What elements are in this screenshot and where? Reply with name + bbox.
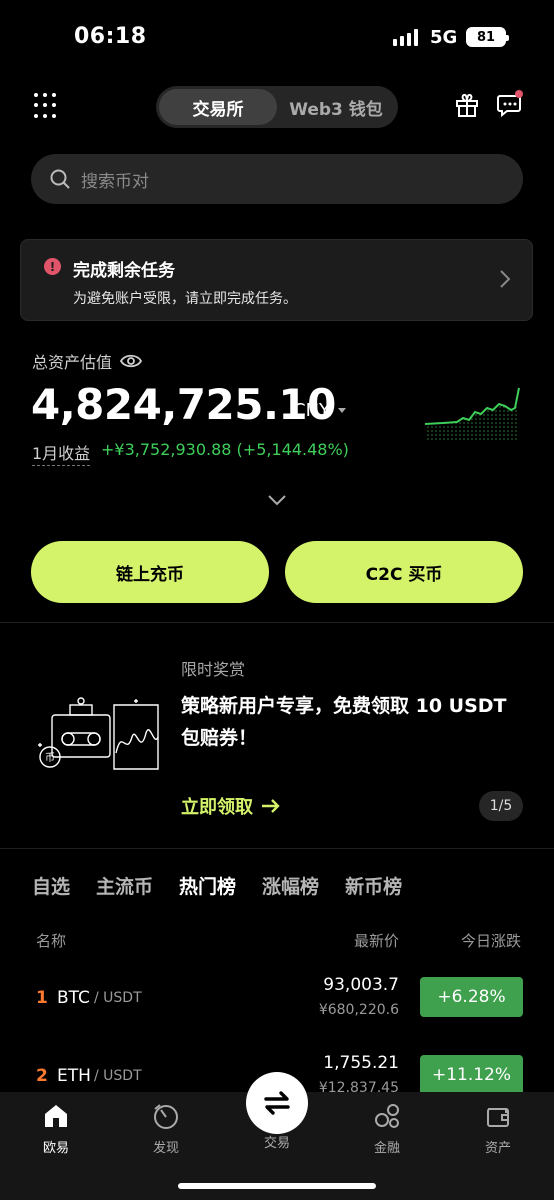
row-rank: 1 — [36, 988, 48, 1008]
segment-web3-wallet[interactable]: Web3 钱包 — [277, 89, 395, 125]
c2c-buy-button[interactable]: C2C 买币 — [285, 541, 523, 603]
home-indicator — [178, 1183, 376, 1189]
cellular-signal-icon — [393, 28, 418, 46]
nav-label: 资产 — [484, 1141, 511, 1156]
menu-grid-icon[interactable] — [34, 93, 60, 119]
column-header-name[interactable]: 名称 — [36, 930, 66, 951]
status-time: 06:18 — [74, 24, 147, 49]
divider — [0, 622, 554, 623]
home-icon — [45, 1105, 67, 1127]
table-row[interactable]: 1 BTC / USDT 93,003.7 ¥680,220.6 +6.28% — [0, 968, 554, 1028]
pnl-value: +¥3,752,930.88 (+5,144.48%) — [101, 440, 349, 459]
svg-text:币: 币 — [45, 752, 55, 764]
nav-label: 金融 — [373, 1141, 400, 1156]
search-icon — [50, 169, 70, 189]
nav-discover[interactable]: 发现 — [131, 1102, 201, 1156]
onchain-deposit-button[interactable]: 链上充币 — [31, 541, 269, 603]
nav-home[interactable]: 欧易 — [21, 1102, 91, 1156]
promo-title[interactable]: 策略新用户专享，免费领取 10 USDT 包赔券！ — [181, 690, 531, 754]
search-bar[interactable]: 搜索币对 — [31, 154, 523, 204]
task-banner[interactable]: ! 完成剩余任务 为避免账户受限，请立即完成任务。 — [20, 239, 533, 321]
chevron-down-icon[interactable] — [267, 494, 287, 506]
column-header-change[interactable]: 今日涨跌 — [461, 930, 521, 951]
row-quote: / USDT — [94, 990, 142, 1006]
asset-sparkline[interactable] — [423, 382, 523, 442]
promo-tag: 限时奖赏 — [181, 660, 246, 679]
swap-icon — [264, 1091, 290, 1115]
tab-gainers[interactable]: 涨幅榜 — [262, 872, 319, 899]
search-placeholder: 搜索币对 — [81, 171, 149, 192]
battery-level: 81 — [476, 29, 496, 45]
currency-selector[interactable]: CNY — [293, 400, 347, 421]
arrow-right-icon — [262, 799, 280, 813]
nav-label: 欧易 — [42, 1141, 69, 1156]
promo-page-indicator: 1/5 — [479, 791, 523, 821]
row-fiat-price: ¥680,220.6 — [318, 1002, 399, 1018]
task-subtitle: 为避免账户受限，请立即完成任务。 — [73, 291, 297, 307]
exchange-wallet-switch[interactable]: 交易所 Web3 钱包 — [156, 86, 398, 128]
divider — [0, 848, 554, 849]
caret-down-icon — [338, 408, 347, 413]
gift-icon[interactable] — [454, 92, 480, 118]
nav-assets[interactable]: 资产 — [463, 1102, 533, 1156]
nav-label: 发现 — [152, 1141, 179, 1156]
row-symbol: BTC — [57, 988, 90, 1008]
row-rank: 2 — [36, 1066, 48, 1086]
tab-mainstream[interactable]: 主流币 — [96, 872, 153, 899]
nav-trade[interactable]: 交易 — [242, 1132, 312, 1151]
asset-label-text: 总资产估值 — [32, 353, 113, 372]
nav-label: 交易 — [263, 1136, 290, 1151]
segment-exchange[interactable]: 交易所 — [159, 89, 277, 125]
row-symbol: ETH — [57, 1066, 91, 1086]
eye-icon[interactable] — [120, 353, 143, 369]
message-icon[interactable] — [496, 90, 524, 118]
promo-illustration: 币 — [38, 697, 159, 770]
battery-icon: 81 — [466, 27, 509, 47]
column-header-price[interactable]: 最新价 — [354, 930, 399, 951]
network-type: 5G — [430, 27, 458, 48]
market-tabs: 自选 主流币 热门榜 涨幅榜 新币榜 — [32, 872, 428, 899]
claim-now-link[interactable]: 立即领取 — [181, 793, 281, 819]
asset-value: 4,824,725.10 — [31, 380, 336, 429]
tab-hot[interactable]: 热门榜 — [179, 872, 236, 899]
finance-icon — [375, 1104, 399, 1128]
row-quote: / USDT — [94, 1068, 142, 1084]
pnl-label[interactable]: 1月收益 — [32, 440, 91, 466]
asset-label: 总资产估值 — [32, 349, 143, 373]
wallet-icon — [487, 1108, 509, 1127]
tab-favorites[interactable]: 自选 — [32, 872, 70, 899]
nav-finance[interactable]: 金融 — [352, 1102, 422, 1156]
task-title: 完成剩余任务 — [73, 261, 175, 281]
row-change-badge: +11.12% — [420, 1055, 523, 1095]
discover-icon — [154, 1104, 178, 1129]
alert-icon: ! — [44, 258, 61, 275]
chevron-right-icon — [500, 270, 510, 288]
row-price: 1,755.21 — [323, 1053, 399, 1073]
row-change-badge: +6.28% — [420, 977, 523, 1017]
claim-now-label: 立即领取 — [181, 797, 253, 818]
tab-new-listings[interactable]: 新币榜 — [345, 872, 402, 899]
currency-label: CNY — [293, 400, 331, 421]
trade-fab-button[interactable] — [246, 1072, 308, 1134]
row-price: 93,003.7 — [323, 975, 399, 995]
